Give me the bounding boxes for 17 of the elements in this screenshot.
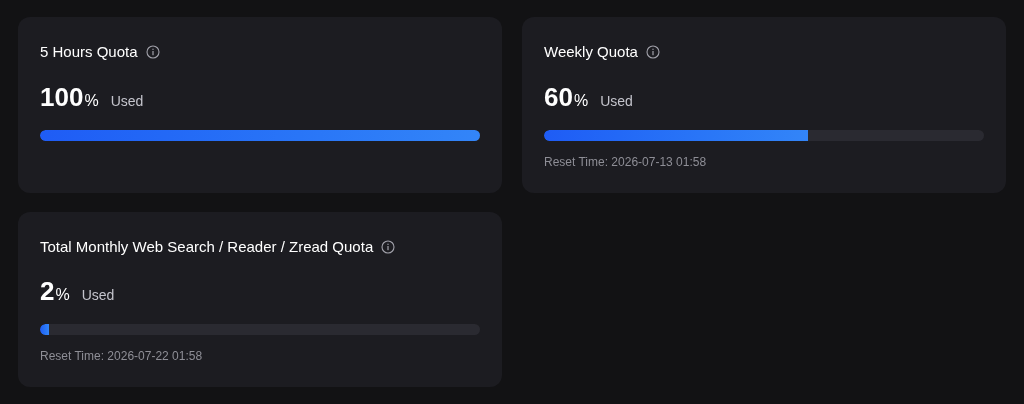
usage-value: 2: [40, 278, 55, 304]
reset-time: Reset Time: 2026-07-13 01:58: [544, 153, 708, 171]
quota-title: 5 Hours Quota: [40, 42, 138, 62]
info-icon[interactable]: [645, 45, 660, 60]
usage-label: Used: [110, 91, 144, 111]
percent-unit: %: [84, 90, 99, 111]
usage-label: Used: [600, 91, 633, 111]
quota-title: Total Monthly Web Search / Reader / Zread Quota: [40, 236, 374, 257]
usage-value: 60: [544, 83, 573, 110]
percent-unit: %: [573, 90, 589, 111]
reset-time: Reset Time: 2026-07-22 01:58: [40, 348, 204, 365]
info-icon[interactable]: [145, 45, 160, 60]
percent-unit: %: [55, 285, 70, 305]
usage-label: Used: [81, 286, 115, 305]
usage-value: 100: [40, 83, 84, 110]
quota-title: Weekly Quota: [544, 42, 638, 62]
info-icon[interactable]: [381, 239, 396, 254]
